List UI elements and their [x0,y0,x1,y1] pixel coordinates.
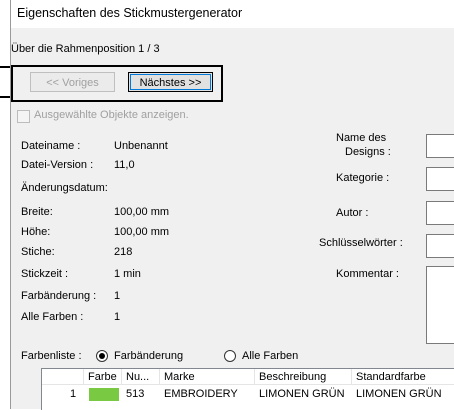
radio-selected-dot [99,353,105,359]
column-header-number[interactable]: Nu... [122,369,160,385]
frame-position-label: Über die Rahmenposition 1 / 3 [11,43,160,55]
author-field[interactable] [426,201,454,225]
keywords-label: Schlüsselwörter : [319,237,403,249]
row-description: LIMONEN GRÜN [259,388,345,400]
dialog-title: Eigenschaften des Stickmustergenerator [17,6,243,20]
properties-dialog: Eigenschaften des Stickmustergenerator Ü… [10,0,454,410]
info-label-sewing-time: Stickzeit : [21,268,69,280]
info-label-file-version: Datei-Version : [21,159,94,171]
column-header-index [42,369,84,385]
info-value-filename: Unbenannt [114,140,168,152]
info-value-stitches: 218 [114,246,133,258]
info-label-width: Breite: [21,206,53,218]
info-value-color-changes: 1 [114,290,121,302]
color-swatch [89,388,119,401]
column-header-default-color[interactable]: Standardfarbe [352,369,454,385]
author-label: Autor : [336,207,369,219]
previous-button[interactable]: << Voriges [30,72,115,92]
info-value-height: 100,00 mm [114,226,170,238]
info-label-modified-date: Änderungsdatum: [21,182,108,194]
info-value-all-colors: 1 [114,311,121,323]
radio-color-change-label: Farbänderung [114,350,184,362]
column-header-brand[interactable]: Marke [160,369,255,385]
radio-color-change[interactable] [96,350,108,362]
design-name-label-line1: Name des [336,132,387,144]
category-field[interactable] [426,167,454,191]
design-name-field[interactable] [426,134,454,158]
info-value-file-version: 11,0 [114,159,135,171]
info-value-width: 100,00 mm [114,206,170,218]
row-brand: EMBROIDERY [164,388,238,400]
info-value-sewing-time: 1 min [114,268,141,280]
radio-all-colors-label: Alle Farben [242,350,299,362]
column-header-description[interactable]: Beschreibung [255,369,352,385]
show-selected-checkbox[interactable] [17,110,30,123]
row-number: 513 [126,388,145,400]
row-index: 1 [70,388,77,400]
info-label-height: Höhe: [21,226,51,238]
color-table[interactable]: Farbe Nu... Marke Beschreibung Standardf… [41,368,454,410]
info-label-filename: Dateiname : [21,140,81,152]
title-bar: Eigenschaften des Stickmustergenerator [11,0,454,28]
design-name-label-line2: Designs : [345,146,391,158]
comment-field[interactable] [426,266,454,344]
column-header-color[interactable]: Farbe [84,369,122,385]
keywords-field[interactable] [426,234,454,258]
info-label-stitches: Stiche: [21,246,55,258]
radio-all-colors[interactable] [224,350,236,362]
show-selected-label: Ausgewählte Objekte anzeigen. [34,109,189,121]
info-label-color-changes: Farbänderung : [21,290,97,302]
color-list-label: Farbenliste : [21,350,82,362]
row-default-color: LIMONEN GRÜN [356,388,442,400]
info-label-all-colors: Alle Farben : [21,311,84,323]
comment-label: Kommentar : [336,268,399,280]
next-button[interactable]: Nächstes >> [128,72,213,92]
category-label: Kategorie : [336,172,390,184]
